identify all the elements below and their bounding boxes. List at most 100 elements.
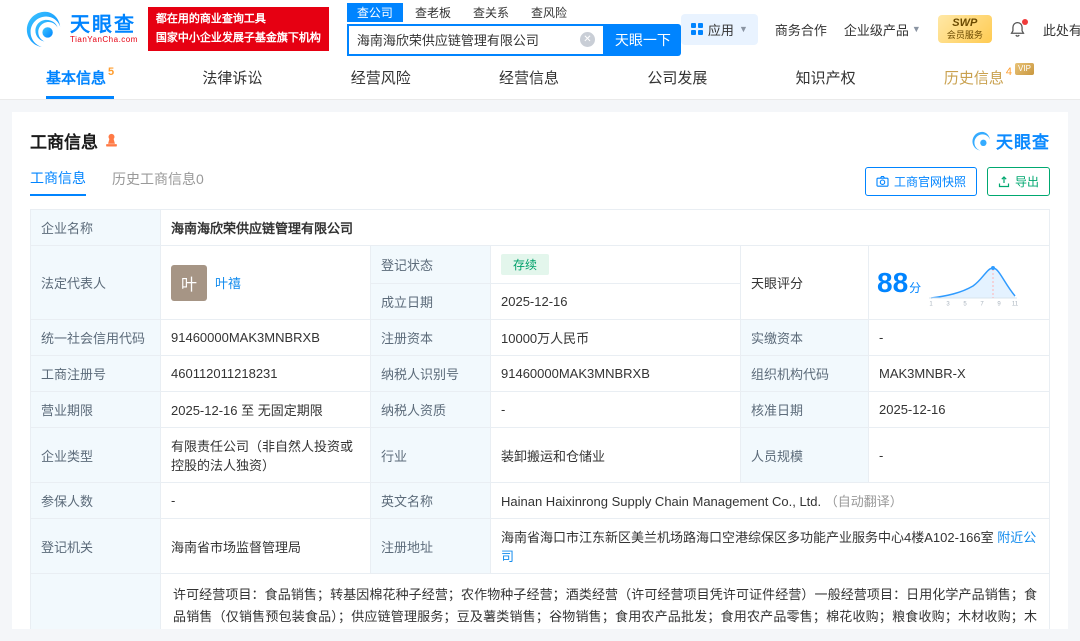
tab-operation-info[interactable]: 经营信息 <box>499 58 559 99</box>
business-info-card: 工商信息 天眼查 工商信息 历史工商信息0 工商官网快照 导出 企业名称 海南海… <box>12 112 1068 629</box>
subtab-business-info[interactable]: 工商信息 <box>30 168 86 196</box>
notification-bell[interactable] <box>1009 18 1028 38</box>
chevron-down-icon: ▼ <box>738 24 748 34</box>
subtab-history-business-info[interactable]: 历史工商信息0 <box>112 169 204 195</box>
brand-name: 天眼查 <box>70 13 136 36</box>
reg-number-value: 460112011218231 <box>160 355 371 392</box>
svg-text:7: 7 <box>981 301 985 306</box>
table-row: 法定代表人 叶 叶禧 登记状态 存续 天眼评分 88分 1 3 5 7 9 11 <box>30 245 1050 320</box>
tianyancha-logo[interactable]: 天眼查 TianYanCha.com <box>26 10 138 48</box>
tab-label: 经营风险 <box>350 69 411 87</box>
search-tab-relation[interactable]: 查关系 <box>463 3 519 22</box>
search-tab-risk[interactable]: 查风险 <box>521 3 577 22</box>
search-area: 查公司 查老板 查关系 查风险 ✕ 天眼一下 <box>346 2 681 56</box>
approval-date-label: 核准日期 <box>740 391 869 428</box>
watermark-text: 天眼查 <box>996 133 1050 152</box>
tab-basic-info[interactable]: 基本信息 5 <box>46 58 115 99</box>
tab-legal-litigation[interactable]: 法律诉讼 <box>202 58 262 99</box>
reg-capital-label: 注册资本 <box>370 319 491 356</box>
official-snapshot-button[interactable]: 工商官网快照 <box>864 167 977 196</box>
brand-domain: TianYanCha.com <box>70 34 138 44</box>
reg-number-label: 工商注册号 <box>30 355 161 392</box>
score-unit: 分 <box>909 280 922 295</box>
legal-rep-label: 法定代表人 <box>30 245 161 320</box>
establish-date-label: 成立日期 <box>370 283 491 320</box>
org-code-label: 组织机构代码 <box>740 355 869 392</box>
company-type-value: 有限责任公司（非自然人投资或控股的法人独资） <box>160 427 371 483</box>
search-tab-boss[interactable]: 查老板 <box>405 3 461 22</box>
taxpayer-qualification-label: 纳税人资质 <box>370 391 491 428</box>
business-term-label: 营业期限 <box>30 391 161 428</box>
table-row: 营业期限 2025-12-16 至 无固定期限 纳税人资质 - 核准日期 202… <box>30 391 1050 428</box>
score-cell[interactable]: 88分 1 3 5 7 9 11 <box>868 245 1050 320</box>
taxpayer-id-label: 纳税人识别号 <box>370 355 491 392</box>
search-input[interactable] <box>356 32 580 47</box>
stamp-icon <box>106 133 117 147</box>
subtab-row: 工商信息 历史工商信息0 工商官网快照 导出 <box>30 167 1050 196</box>
enterprise-products-label: 企业级产品 <box>843 22 909 38</box>
legal-rep-name-link[interactable]: 叶禧 <box>215 273 241 292</box>
user-greeting[interactable]: 此处有 <box>1043 20 1080 39</box>
search-tab-company[interactable]: 查公司 <box>346 2 403 22</box>
menu-enterprise-products[interactable]: 企业级产品 ▼ <box>844 20 921 39</box>
taxpayer-qualification-value: - <box>490 391 741 428</box>
tab-label: 公司发展 <box>647 69 708 87</box>
business-term-value: 2025-12-16 至 无固定期限 <box>160 391 371 428</box>
staff-size-value: - <box>868 427 1050 483</box>
score-value: 88 <box>877 266 909 298</box>
menu-business-cooperation[interactable]: 商务合作 <box>775 20 827 39</box>
svg-text:1: 1 <box>930 301 934 306</box>
main-content: 工商信息 天眼查 工商信息 历史工商信息0 工商官网快照 导出 企业名称 海南海… <box>0 100 1080 641</box>
notification-dot <box>1021 18 1028 25</box>
tab-count: 4 <box>1005 66 1013 78</box>
snapshot-button-label: 工商官网快照 <box>893 175 966 189</box>
legal-rep-cell: 叶 叶禧 <box>160 245 371 320</box>
table-row: 企业类型 有限责任公司（非自然人投资或控股的法人独资） 行业 装卸搬运和仓储业 … <box>30 427 1050 483</box>
tab-operation-risk[interactable]: 经营风险 <box>351 58 411 99</box>
auto-translate-note: （自动翻译） <box>824 494 903 509</box>
table-row: 企业名称 海南海欣荣供应链管理有限公司 <box>30 209 1050 246</box>
org-code-value: MAK3MNBR-X <box>868 355 1050 392</box>
export-button[interactable]: 导出 <box>986 167 1050 196</box>
apps-label: 应用 <box>707 22 734 38</box>
table-row: 登记机关 海南省市场监督管理局 注册地址 海南省海口市江东新区美兰机场路海口空港… <box>30 518 1050 574</box>
reg-status-cell: 存续 <box>490 245 741 284</box>
reg-status-label: 登记状态 <box>370 245 491 284</box>
tab-intellectual-property[interactable]: 知识产权 <box>796 58 856 99</box>
svg-text:9: 9 <box>998 301 1002 306</box>
credit-code-value: 91460000MAK3MNBRXB <box>160 319 371 356</box>
business-scope-label: 经营范围 <box>30 573 161 629</box>
paid-capital-value: - <box>868 319 1050 356</box>
slogan-banner: 都在用的商业查询工具 国家中小企业发展子基金旗下机构 <box>147 7 329 51</box>
tab-history-info[interactable]: 历史信息 4 VIP <box>944 58 1034 99</box>
industry-value: 装卸搬运和仓储业 <box>490 427 741 483</box>
watermark-logo: 天眼查 <box>972 128 1050 153</box>
top-bar: 天眼查 TianYanCha.com 都在用的商业查询工具 国家中小企业发展子基… <box>0 0 1080 58</box>
tab-company-development[interactable]: 公司发展 <box>647 58 707 99</box>
clear-search-icon[interactable]: ✕ <box>579 32 595 47</box>
apps-menu[interactable]: 应用 ▼ <box>680 13 758 45</box>
insured-count-label: 参保人数 <box>30 482 161 519</box>
table-row: 统一社会信用代码 91460000MAK3MNBRXB 注册资本 10000万人… <box>30 319 1050 356</box>
page: 天眼查 TianYanCha.com 都在用的商业查询工具 国家中小企业发展子基… <box>0 0 1080 641</box>
swp-membership-badge[interactable]: SWP 会员服务 <box>937 15 992 43</box>
section-title: 工商信息 <box>30 133 98 152</box>
tianyancha-swirl-icon <box>26 11 61 47</box>
tab-label: 知识产权 <box>795 69 856 87</box>
svg-text:3: 3 <box>947 301 951 306</box>
reg-capital-value: 10000万人民币 <box>490 319 741 356</box>
svg-text:5: 5 <box>964 301 968 306</box>
search-button[interactable]: 天眼一下 <box>604 23 681 56</box>
export-icon <box>998 175 1010 187</box>
search-box: ✕ <box>346 23 605 56</box>
section-nav: 基本信息 5 法律诉讼 经营风险 经营信息 公司发展 知识产权 历史信息 4 V… <box>0 58 1080 100</box>
chevron-down-icon: ▼ <box>911 24 921 34</box>
approval-date-value: 2025-12-16 <box>868 391 1050 428</box>
slogan-line1: 都在用的商业查询工具 <box>155 13 266 26</box>
top-right-menu: 应用 ▼ 商务合作 企业级产品 ▼ SWP 会员服务 此处有 <box>680 13 1080 45</box>
reg-authority-label: 登记机关 <box>30 518 161 574</box>
tab-label: 法律诉讼 <box>202 69 263 87</box>
vip-badge: VIP <box>1015 63 1034 75</box>
reg-address-label: 注册地址 <box>370 518 491 574</box>
tab-label: 历史信息 <box>943 69 1004 87</box>
